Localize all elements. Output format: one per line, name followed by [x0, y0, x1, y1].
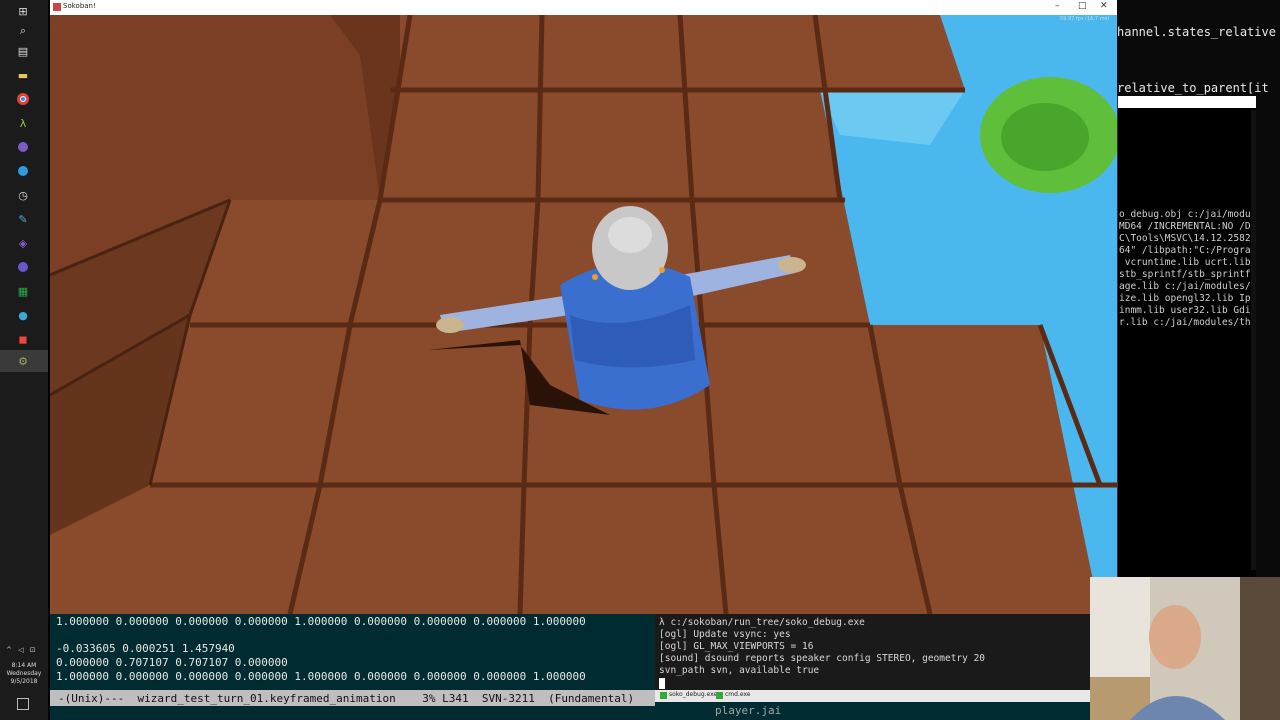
- tab-label: cmd.exe: [725, 691, 751, 698]
- windows-taskbar: ⊞ ⌕ ▤ ▬ λ ◷ ✎ ◈ ▦ ● ◼ ⚙ ^ ◁ ⊡ 8:14 AM We…: [0, 0, 48, 720]
- clock-day: Wednesday: [6, 670, 42, 677]
- game-app-icon: [53, 3, 61, 11]
- cmd-right-scrollbar[interactable]: [1251, 110, 1256, 570]
- tab-cmd[interactable]: cmd.exe: [715, 691, 751, 701]
- maximize-button[interactable]: □: [1078, 1, 1087, 11]
- cmd-line: λ c:/sokoban/run_tree/soko_debug.exe: [659, 617, 865, 628]
- windows-start-icon[interactable]: ⊞: [14, 2, 32, 20]
- cmd-line: [ogl] GL_MAX_VIEWPORTS = 16: [659, 641, 814, 652]
- emacs-modeline-partial: player.jai: [655, 702, 1090, 720]
- system-tray[interactable]: ^ ◁ ⊡: [6, 646, 46, 656]
- browser-icon[interactable]: [14, 162, 32, 180]
- cmd-right-line: C\Tools\MSVC\14.12.2582: [1119, 233, 1251, 244]
- game-window[interactable]: Sokoban! – □ ✕ 59.97 fps (16.7 ms): [50, 0, 1117, 614]
- cmd-cursor: [659, 678, 665, 689]
- task-view-icon[interactable]: ▤: [14, 42, 32, 60]
- chrome-icon[interactable]: [14, 90, 32, 108]
- clock-time: 8:14 AM: [11, 662, 37, 669]
- editor-line: hannel.states_relative: [1117, 25, 1276, 39]
- cmd-right-line: age.lib c:/jai/modules/: [1119, 281, 1251, 292]
- cmd-right-titlebar[interactable]: [1118, 96, 1256, 108]
- settings-icon: ⚙: [18, 354, 28, 368]
- clock-icon[interactable]: ◷: [14, 186, 32, 204]
- emacs-modeline: -(Unix)--- wizard_test_turn_01.keyframed…: [50, 690, 655, 706]
- cmd-right-line: r.lib c:/jai/modules/th: [1119, 317, 1251, 328]
- tab-soko-debug[interactable]: soko_debug.exe: [659, 691, 717, 701]
- active-taskbar-slot[interactable]: ⚙: [0, 350, 48, 372]
- spreadsheet-icon[interactable]: ▦: [14, 282, 32, 300]
- tool-icon[interactable]: ✎: [14, 210, 32, 228]
- clock-date: 9/5/2018: [10, 678, 38, 685]
- app-icon[interactable]: [14, 138, 32, 156]
- cmd-tab-bar: soko_debug.exe cmd.exe: [655, 690, 1090, 702]
- game-window-title: Sokoban!: [63, 2, 96, 10]
- cmd-right-line: o_debug.obj c:/jai/modu: [1119, 209, 1251, 220]
- buffer-line: 1.000000 0.000000 0.000000 0.000000 1.00…: [56, 615, 586, 628]
- webcam-overlay: [1090, 577, 1280, 720]
- emacs-echo-area[interactable]: [50, 706, 655, 720]
- visual-studio-icon[interactable]: ◈: [14, 234, 32, 252]
- cmd-line: [ogl] Update vsync: yes: [659, 629, 791, 640]
- taskbar-clock[interactable]: 8:14 AM Wednesday 9/5/2018: [2, 662, 46, 686]
- editor-line: relative_to_parent[it: [1117, 81, 1269, 95]
- buffer-line: 0.000000 0.707107 0.707107 0.000000: [56, 656, 288, 669]
- tab-label: soko_debug.exe: [669, 691, 718, 698]
- lambda-terminal-icon[interactable]: λ: [14, 114, 32, 132]
- file-explorer-icon[interactable]: ▬: [14, 66, 32, 84]
- buffer-line: 1.000000 0.000000 0.000000 0.000000 1.00…: [56, 670, 586, 683]
- cmd-line: svn_path svn, available true: [659, 665, 820, 676]
- fps-overlay: 59.97 fps (16.7 ms): [1060, 16, 1110, 22]
- app-icon-3[interactable]: ●: [14, 306, 32, 324]
- cmd-right-line: ize.lib opengl32.lib Ip: [1119, 293, 1251, 304]
- cmd-right-line: inmm.lib user32.lib Gdi: [1119, 305, 1251, 316]
- cmd-line: [sound] dsound reports speaker config ST…: [659, 653, 986, 664]
- cmd-right-line: vcruntime.lib ucrt.lib: [1119, 257, 1251, 268]
- notification-icon[interactable]: [17, 698, 29, 710]
- app-icon-2[interactable]: [14, 258, 32, 276]
- cmd-window[interactable]: λ c:/sokoban/run_tree/soko_debug.exe [og…: [655, 614, 1090, 720]
- search-icon[interactable]: ⌕: [14, 22, 32, 40]
- game-viewport[interactable]: [50, 15, 1117, 614]
- cmd-right-line: MD64 /INCREMENTAL:NO /D: [1119, 221, 1251, 232]
- game-titlebar[interactable]: Sokoban! – □ ✕: [50, 0, 1117, 15]
- minimize-button[interactable]: –: [1055, 1, 1060, 11]
- modeline-partial-text: player.jai: [715, 704, 782, 717]
- cmd-right-line: stb_sprintf/stb_sprintf: [1119, 269, 1251, 280]
- cmd-right-line: 64" /libpath:"C:/Progra: [1119, 245, 1251, 256]
- close-button[interactable]: ✕: [1100, 1, 1108, 11]
- app-icon-4[interactable]: ◼: [14, 330, 32, 348]
- cmd-window-right[interactable]: o_debug.obj c:/jai/modu MD64 /INCREMENTA…: [1117, 96, 1256, 580]
- modeline-text: -(Unix)--- wizard_test_turn_01.keyframed…: [58, 692, 635, 705]
- buffer-line: -0.033605 0.000251 1.457940: [56, 642, 235, 655]
- tab-icon: [716, 692, 723, 699]
- tab-icon: [660, 692, 667, 699]
